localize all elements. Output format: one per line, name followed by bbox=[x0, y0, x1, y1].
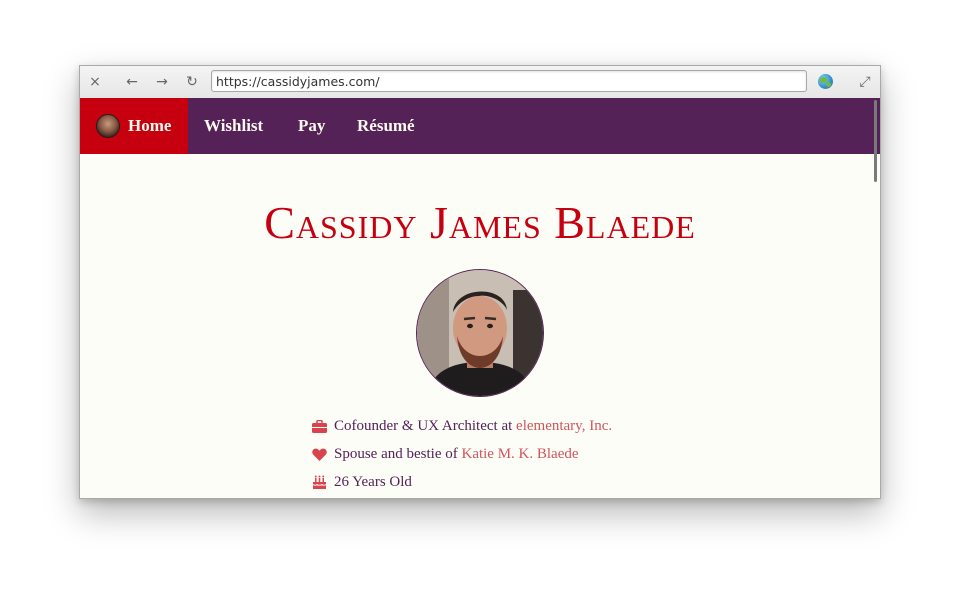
reload-icon[interactable]: ↻ bbox=[182, 72, 202, 92]
globe-icon[interactable] bbox=[818, 74, 833, 89]
fullscreen-icon[interactable]: ⤢ bbox=[855, 72, 875, 92]
fact-job-text: Cofounder & UX Architect at bbox=[334, 418, 517, 434]
profile-photo bbox=[416, 269, 544, 397]
fact-spouse-text: Spouse and bestie of bbox=[334, 446, 462, 462]
fact-job: Cofounder & UX Architect at elementary, … bbox=[312, 412, 812, 440]
site-navbar: Home Wishlist Pay Résumé bbox=[80, 98, 880, 154]
scrollbar[interactable] bbox=[874, 100, 877, 182]
profile-facts: Cofounder & UX Architect at elementary, … bbox=[312, 412, 812, 496]
nav-wishlist[interactable]: Wishlist bbox=[204, 98, 263, 154]
nav-pay[interactable]: Pay bbox=[298, 98, 325, 154]
browser-toolbar: × ← → ↻ https://cassidyjames.com/ ⤢ bbox=[80, 66, 880, 99]
briefcase-icon bbox=[312, 418, 334, 434]
page-title: Cassidy James Blaede bbox=[264, 197, 696, 248]
fact-spouse: Spouse and bestie of Katie M. K. Blaede bbox=[312, 440, 812, 468]
forward-icon[interactable]: → bbox=[152, 72, 172, 92]
nav-home-label: Home bbox=[128, 116, 172, 135]
url-field[interactable]: https://cassidyjames.com/ bbox=[211, 70, 807, 92]
nav-resume[interactable]: Résumé bbox=[357, 98, 415, 154]
company-link[interactable]: elementary, Inc. bbox=[516, 414, 612, 438]
browser-window: × ← → ↻ https://cassidyjames.com/ ⤢ Home… bbox=[79, 65, 881, 499]
fact-age: 26 Years Old bbox=[312, 468, 812, 496]
close-icon[interactable]: × bbox=[85, 72, 105, 92]
nav-home[interactable]: Home bbox=[80, 98, 188, 154]
fact-age-text: 26 Years Old bbox=[334, 474, 412, 490]
birthday-cake-icon bbox=[312, 474, 334, 490]
avatar-icon bbox=[96, 114, 120, 138]
heart-icon bbox=[312, 446, 334, 462]
back-icon[interactable]: ← bbox=[122, 72, 142, 92]
spouse-link[interactable]: Katie M. K. Blaede bbox=[461, 442, 578, 466]
